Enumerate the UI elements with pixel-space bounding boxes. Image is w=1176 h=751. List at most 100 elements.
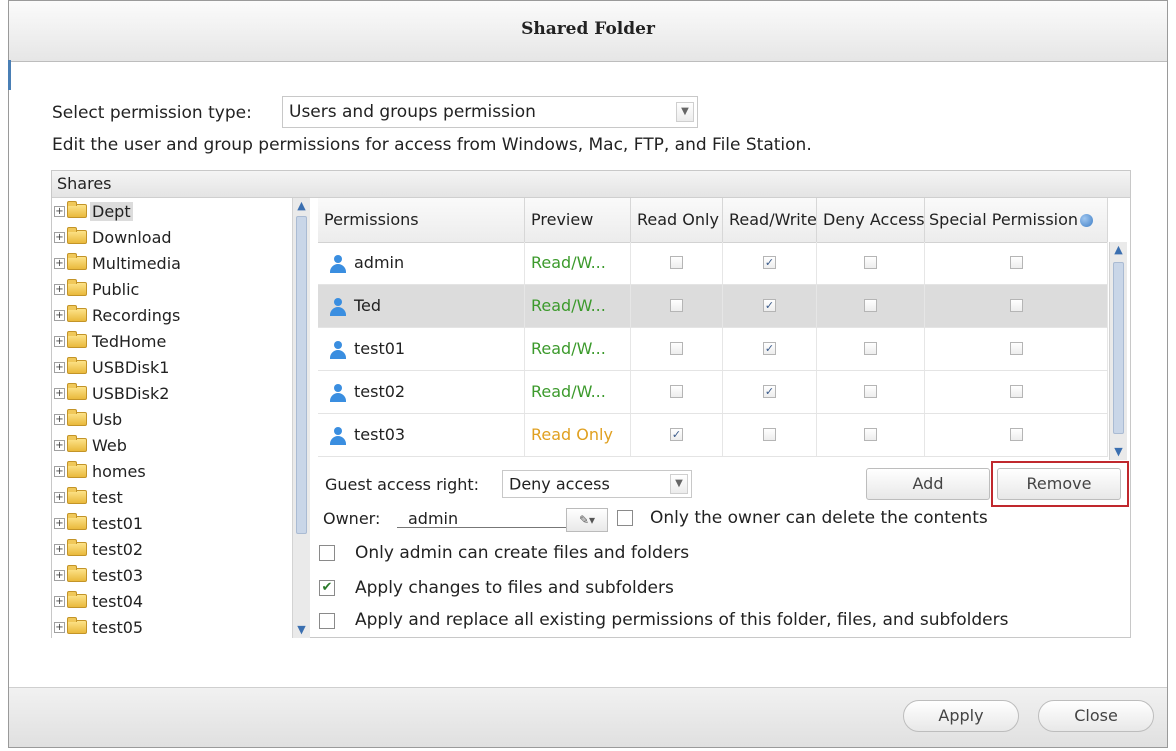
col-read-only[interactable]: Read Only	[631, 198, 723, 242]
deny-checkbox[interactable]	[864, 385, 877, 398]
shares-scroll-thumb[interactable]	[296, 216, 307, 534]
expand-icon[interactable]: +	[54, 595, 65, 607]
table-row[interactable]: admin Read/W... ✓	[318, 242, 1108, 285]
read-only-checkbox[interactable]	[670, 256, 683, 269]
add-button[interactable]: Add	[866, 468, 990, 500]
special-checkbox[interactable]	[1010, 299, 1023, 312]
shares-scrollbar[interactable]: ▲ ▼	[292, 198, 310, 638]
read-only-checkbox[interactable]	[670, 342, 683, 355]
share-item[interactable]: + test01	[54, 510, 145, 536]
share-item[interactable]: + Usb	[54, 406, 124, 432]
expand-icon[interactable]: +	[54, 569, 65, 581]
share-item[interactable]: + test	[54, 484, 125, 510]
deny-checkbox[interactable]	[864, 256, 877, 269]
special-checkbox[interactable]	[1010, 342, 1023, 355]
only-admin-create-checkbox[interactable]	[319, 545, 335, 561]
share-item[interactable]: + Web	[54, 432, 129, 458]
grid-scroll-thumb[interactable]	[1113, 262, 1124, 434]
deny-checkbox[interactable]	[864, 299, 877, 312]
expand-icon[interactable]: +	[54, 361, 65, 373]
expand-icon[interactable]: +	[54, 517, 65, 529]
share-item[interactable]: + Public	[54, 276, 141, 302]
special-checkbox[interactable]	[1010, 385, 1023, 398]
chevron-down-icon[interactable]: ▼	[676, 102, 694, 122]
edit-owner-icon[interactable]: ✎▾	[566, 508, 608, 532]
chevron-down-icon[interactable]: ▼	[670, 474, 688, 494]
expand-icon[interactable]: +	[54, 543, 65, 555]
expand-icon[interactable]: +	[54, 491, 65, 503]
read-write-checkbox[interactable]: ✓	[763, 256, 776, 269]
scroll-up-icon[interactable]: ▲	[1110, 242, 1127, 258]
share-item[interactable]: + homes	[54, 458, 148, 484]
expand-icon[interactable]: +	[54, 335, 65, 347]
folder-icon	[67, 409, 87, 426]
guest-access-select[interactable]: Deny access ▼	[502, 470, 692, 498]
expand-icon[interactable]: +	[54, 621, 65, 633]
share-item[interactable]: + USBDisk2	[54, 380, 171, 406]
shares-header: Shares	[52, 171, 1130, 198]
share-label: test	[92, 487, 123, 507]
share-item[interactable]: + Multimedia	[54, 250, 183, 276]
share-label: Download	[92, 227, 172, 247]
folder-icon	[67, 565, 87, 582]
special-checkbox[interactable]	[1010, 428, 1023, 441]
folder-icon	[67, 383, 87, 400]
only-admin-create-label: Only admin can create files and folders	[355, 543, 690, 563]
share-item[interactable]: + Recordings	[54, 302, 182, 328]
col-special-permission[interactable]: Special Permission	[925, 198, 1108, 242]
share-label: Multimedia	[92, 253, 181, 273]
owner-value[interactable]: admin	[408, 509, 458, 528]
read-write-checkbox[interactable]	[763, 428, 776, 441]
cell-user: test02	[318, 371, 525, 413]
share-item[interactable]: + test02	[54, 536, 145, 562]
read-write-checkbox[interactable]: ✓	[763, 385, 776, 398]
read-only-checkbox[interactable]: ✓	[670, 428, 683, 441]
share-item[interactable]: + Download	[54, 224, 174, 250]
table-row[interactable]: Ted Read/W... ✓	[318, 285, 1108, 328]
expand-icon[interactable]: +	[54, 465, 65, 477]
read-only-checkbox[interactable]	[670, 385, 683, 398]
table-row[interactable]: test02 Read/W... ✓	[318, 371, 1108, 414]
col-permissions[interactable]: Permissions	[318, 198, 525, 242]
table-row[interactable]: test03 Read Only ✓	[318, 414, 1108, 457]
scroll-up-icon[interactable]: ▲	[293, 198, 310, 214]
expand-icon[interactable]: +	[54, 257, 65, 269]
share-item[interactable]: + TedHome	[54, 328, 168, 354]
expand-icon[interactable]: +	[54, 439, 65, 451]
scroll-down-icon[interactable]: ▼	[1110, 444, 1127, 460]
expand-icon[interactable]: +	[54, 387, 65, 399]
scroll-down-icon[interactable]: ▼	[293, 622, 310, 638]
cell-preview: Read/W...	[525, 285, 631, 327]
apply-button[interactable]: Apply	[903, 700, 1019, 732]
grid-scrollbar[interactable]: ▲ ▼	[1109, 242, 1127, 460]
only-owner-delete-checkbox[interactable]	[617, 510, 633, 526]
apply-replace-checkbox[interactable]	[319, 613, 335, 629]
share-label: USBDisk2	[92, 383, 170, 403]
share-item[interactable]: + test03	[54, 562, 145, 588]
share-label: test01	[92, 513, 144, 533]
deny-checkbox[interactable]	[864, 428, 877, 441]
expand-icon[interactable]: +	[54, 309, 65, 321]
expand-icon[interactable]: +	[54, 283, 65, 295]
permission-type-select[interactable]: Users and groups permission ▼	[282, 96, 698, 128]
expand-icon[interactable]: +	[54, 205, 65, 217]
close-button[interactable]: Close	[1038, 700, 1154, 732]
expand-icon[interactable]: +	[54, 413, 65, 425]
deny-checkbox[interactable]	[864, 342, 877, 355]
help-icon[interactable]	[1080, 214, 1094, 227]
col-preview[interactable]: Preview	[525, 198, 631, 242]
read-write-checkbox[interactable]: ✓	[763, 299, 776, 312]
expand-icon[interactable]: +	[54, 231, 65, 243]
share-item[interactable]: + Dept	[54, 198, 133, 224]
read-write-checkbox[interactable]: ✓	[763, 342, 776, 355]
read-only-checkbox[interactable]	[670, 299, 683, 312]
share-label: test04	[92, 591, 144, 611]
share-item[interactable]: + test05	[54, 614, 145, 638]
special-checkbox[interactable]	[1010, 256, 1023, 269]
apply-changes-checkbox[interactable]: ✔	[319, 580, 335, 596]
col-deny-access[interactable]: Deny Access	[817, 198, 925, 242]
col-read-write[interactable]: Read/Write	[723, 198, 817, 242]
table-row[interactable]: test01 Read/W... ✓	[318, 328, 1108, 371]
share-item[interactable]: + USBDisk1	[54, 354, 171, 380]
share-item[interactable]: + test04	[54, 588, 145, 614]
